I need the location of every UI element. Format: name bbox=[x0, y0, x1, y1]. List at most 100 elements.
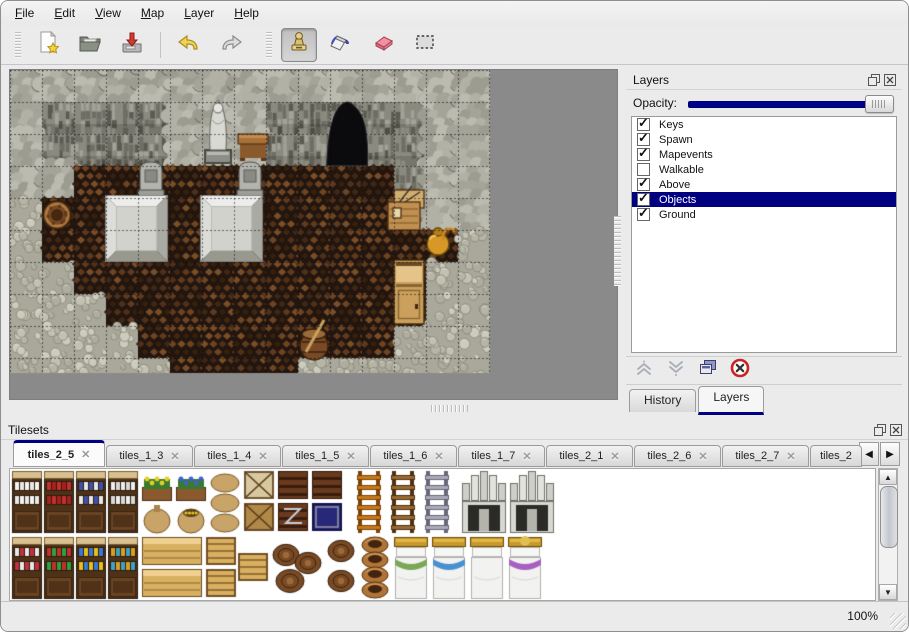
tab-label: tiles_1_4 bbox=[207, 450, 251, 462]
open-button[interactable] bbox=[72, 28, 108, 62]
float-panel-icon[interactable] bbox=[874, 424, 886, 436]
scroll-tabs-left-button[interactable]: ◀ bbox=[859, 442, 879, 466]
layer-name: Spawn bbox=[659, 134, 693, 146]
float-panel-icon[interactable] bbox=[868, 74, 880, 86]
scroll-up-button[interactable]: ▲ bbox=[879, 469, 897, 485]
new-button[interactable] bbox=[30, 28, 66, 62]
close-tab-icon[interactable]: ✕ bbox=[346, 450, 355, 463]
tileset-tab-tiles_2_6[interactable]: tiles_2_6 ✕ bbox=[634, 445, 721, 467]
tileset-tab-tiles_1_6[interactable]: tiles_1_6✕ bbox=[370, 445, 457, 467]
tileset-tab-tiles_2[interactable]: tiles_2 bbox=[810, 445, 862, 467]
layer-name: Above bbox=[659, 179, 690, 191]
menu-view[interactable]: View bbox=[85, 3, 131, 23]
layers-panel-header: Layers bbox=[626, 71, 902, 90]
toolbar-separator bbox=[160, 32, 161, 58]
layer-visibility-checkbox[interactable]: ✓ bbox=[637, 208, 650, 221]
tileset-tab-tiles_2_1[interactable]: tiles_2_1 ✕ bbox=[546, 445, 633, 467]
tab-layers[interactable]: Layers bbox=[698, 386, 764, 415]
selection-icon bbox=[412, 30, 438, 59]
delete-button[interactable] bbox=[728, 360, 752, 382]
redo-button[interactable] bbox=[213, 28, 249, 62]
close-tab-icon[interactable]: ✕ bbox=[698, 450, 707, 463]
opacity-label: Opacity: bbox=[626, 96, 688, 110]
layer-row-above[interactable]: ✓ Above bbox=[632, 177, 896, 192]
layer-name: Walkable bbox=[659, 164, 704, 176]
menu-layer[interactable]: Layer bbox=[174, 3, 224, 23]
undo-button[interactable] bbox=[171, 28, 207, 62]
resize-grip-icon[interactable] bbox=[890, 613, 906, 629]
save-button[interactable] bbox=[114, 28, 150, 62]
close-tab-icon[interactable]: ✕ bbox=[258, 450, 267, 463]
layer-name: Ground bbox=[659, 209, 696, 221]
fill-button[interactable] bbox=[323, 28, 359, 62]
tab-label: tiles_2_1 bbox=[559, 450, 603, 462]
open-folder-icon bbox=[78, 30, 102, 59]
tileset-tab-tiles_1_7[interactable]: tiles_1_7✕ bbox=[458, 445, 545, 467]
tileset-tab-tiles_1_3[interactable]: tiles_1_3✕ bbox=[106, 445, 193, 467]
select-button[interactable] bbox=[407, 28, 443, 62]
tileset-tab-tiles_1_5[interactable]: tiles_1_5✕ bbox=[282, 445, 369, 467]
layer-row-keys[interactable]: ✓Keys bbox=[632, 117, 896, 132]
save-icon bbox=[120, 30, 144, 59]
undo-icon bbox=[176, 30, 202, 59]
close-tab-icon[interactable]: ✕ bbox=[610, 450, 619, 463]
checkmark-icon: ✓ bbox=[638, 190, 649, 206]
dock-tab-bar: HistoryLayers bbox=[629, 386, 766, 411]
opacity-slider-handle[interactable] bbox=[865, 95, 894, 113]
menu-map[interactable]: Map bbox=[131, 3, 174, 23]
close-tab-icon[interactable]: ✕ bbox=[522, 450, 531, 463]
new-file-icon bbox=[36, 30, 60, 59]
menu-help[interactable]: Help bbox=[224, 3, 269, 23]
chevron-down-icon bbox=[666, 359, 686, 382]
layer-row-spawn[interactable]: ✓Spawn bbox=[632, 132, 896, 147]
tileset-scrollbar[interactable]: ▲ ▼ bbox=[878, 468, 898, 601]
close-tab-icon[interactable]: ✕ bbox=[786, 450, 795, 463]
chevron-up-icon bbox=[634, 359, 654, 382]
tab-label: tiles_2 bbox=[820, 450, 852, 462]
stamp-button[interactable] bbox=[281, 28, 317, 62]
layer-row-objects[interactable]: ✓Objects bbox=[632, 192, 896, 207]
paint-bucket-icon bbox=[328, 30, 354, 59]
duplicate-icon bbox=[698, 359, 718, 382]
tileset-tab-tiles_1_4[interactable]: tiles_1_4 ✕ bbox=[194, 445, 281, 467]
move-up-button[interactable] bbox=[632, 360, 656, 382]
close-tab-icon[interactable]: ✕ bbox=[434, 450, 443, 463]
status-bar: 100% bbox=[1, 601, 908, 631]
layer-row-ground[interactable]: ✓ Ground bbox=[632, 207, 896, 222]
map-canvas[interactable] bbox=[10, 70, 617, 399]
tileset-tab-tiles_2_7[interactable]: tiles_2_7✕ bbox=[722, 445, 809, 467]
layer-row-walkable[interactable]: Walkable bbox=[632, 162, 896, 177]
menu-file[interactable]: File bbox=[5, 3, 44, 23]
checkmark-icon: ✓ bbox=[638, 205, 649, 221]
close-panel-icon[interactable] bbox=[890, 424, 902, 436]
checkmark-icon: ✓ bbox=[638, 175, 649, 191]
app-window: FileEditViewMapLayerHelp Layers Opacity:… bbox=[0, 0, 909, 632]
opacity-slider-track bbox=[688, 101, 894, 108]
toolbar-grip[interactable] bbox=[15, 32, 21, 58]
layer-row-mapevents[interactable]: ✓Mapevents bbox=[632, 147, 896, 162]
move-down-button[interactable] bbox=[664, 360, 688, 382]
checkmark-icon: ✓ bbox=[638, 145, 649, 161]
opacity-slider[interactable] bbox=[688, 95, 894, 111]
tileset-canvas[interactable] bbox=[10, 469, 875, 600]
layer-list: ✓Keys✓Spawn✓MapeventsWalkable✓Above✓Obje… bbox=[631, 116, 897, 353]
tileset-view bbox=[9, 468, 876, 601]
scrollbar-thumb[interactable] bbox=[880, 486, 898, 548]
toolbar-grip[interactable] bbox=[266, 32, 272, 58]
layer-visibility-checkbox[interactable]: ✓ bbox=[637, 148, 650, 161]
menu-edit[interactable]: Edit bbox=[44, 3, 85, 23]
duplicate-button[interactable] bbox=[696, 360, 720, 382]
tab-history[interactable]: History bbox=[629, 389, 696, 412]
close-panel-icon[interactable] bbox=[884, 74, 896, 86]
scroll-down-button[interactable]: ▼ bbox=[879, 584, 897, 600]
close-tab-icon[interactable]: ✕ bbox=[170, 450, 179, 463]
menu-bar: FileEditViewMapLayerHelp bbox=[1, 1, 908, 25]
vertical-splitter-handle[interactable] bbox=[614, 216, 621, 286]
scroll-tabs-right-button[interactable]: ▶ bbox=[880, 442, 900, 466]
tileset-tab-tiles_2_5[interactable]: tiles_2_5✕ bbox=[13, 440, 105, 467]
close-tab-icon[interactable]: ✕ bbox=[81, 448, 90, 461]
tilesets-panel-header: Tilesets bbox=[1, 421, 908, 440]
tab-label: tiles_2_6 bbox=[647, 450, 691, 462]
horizontal-splitter-handle[interactable] bbox=[431, 405, 468, 412]
eraser-button[interactable] bbox=[365, 28, 401, 62]
